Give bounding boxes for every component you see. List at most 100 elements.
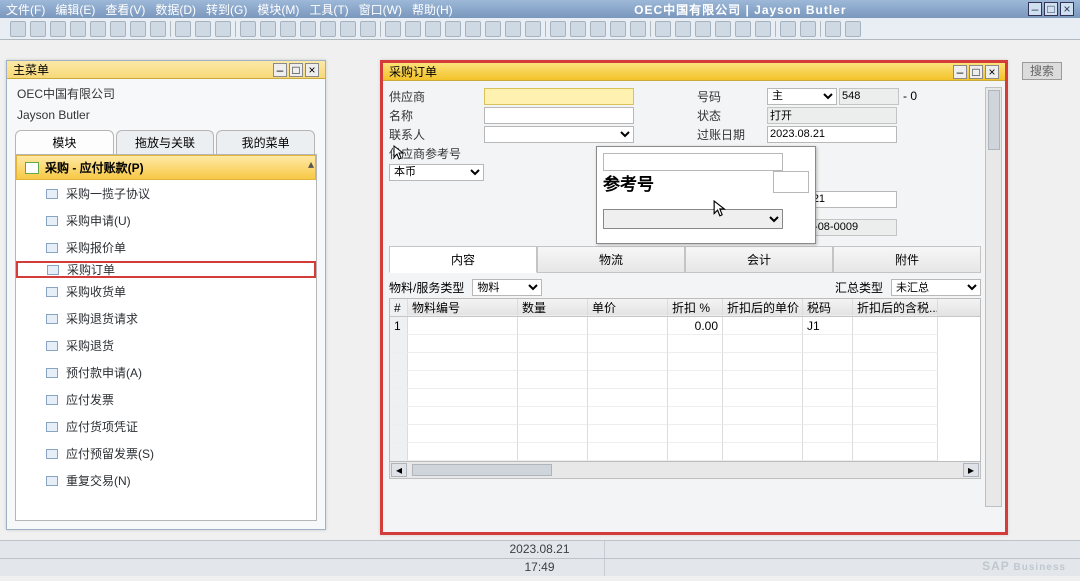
col-price[interactable]: 单价 <box>588 299 668 316</box>
tab-logistics[interactable]: 物流 <box>537 246 685 273</box>
menu-edit[interactable]: 编辑(E) <box>55 1 95 18</box>
items-grid[interactable]: # 物料编号 数量 单价 折扣 % 折扣后的单价 税码 折扣后的含税... 1 … <box>389 298 981 462</box>
tool-icon[interactable] <box>195 21 211 37</box>
sidebar-item-credit[interactable]: 应付货项凭证 <box>16 413 316 440</box>
sidebar-item-invoice[interactable]: 应付发票 <box>16 386 316 413</box>
cell-tax[interactable]: J1 <box>803 317 853 335</box>
sidebar-item-po[interactable]: 采购订单 <box>16 261 316 278</box>
grid-horizontal-scrollbar[interactable]: ◂ ▸ <box>389 462 981 479</box>
tool-icon[interactable] <box>465 21 481 37</box>
menu-goto[interactable]: 转到(G) <box>206 1 247 18</box>
tool-icon[interactable] <box>675 21 691 37</box>
sidebar-item-quote[interactable]: 采购报价单 <box>16 234 316 261</box>
scroll-right-icon[interactable]: ▸ <box>963 463 979 477</box>
close-icon[interactable]: × <box>1060 2 1074 16</box>
tab-accounting[interactable]: 会计 <box>685 246 833 273</box>
menu-data[interactable]: 数据(D) <box>155 1 196 18</box>
maximize-icon[interactable]: □ <box>1044 2 1058 16</box>
contact-select[interactable] <box>484 126 634 143</box>
table-row[interactable] <box>390 443 980 461</box>
tool-icon[interactable] <box>695 21 711 37</box>
table-row[interactable] <box>390 425 980 443</box>
tool-icon[interactable] <box>780 21 796 37</box>
name-input[interactable] <box>484 107 634 124</box>
cell[interactable] <box>723 317 803 335</box>
col-tax[interactable]: 税码 <box>803 299 853 316</box>
tool-icon[interactable] <box>360 21 376 37</box>
tool-icon[interactable] <box>150 21 166 37</box>
form-minimize-icon[interactable]: – <box>953 65 967 79</box>
sidebar-item-request[interactable]: 采购申请(U) <box>16 207 316 234</box>
tool-icon[interactable] <box>715 21 731 37</box>
tool-icon[interactable] <box>110 21 126 37</box>
cell-discount[interactable]: 0.00 <box>668 317 723 335</box>
table-row[interactable] <box>390 371 980 389</box>
tool-icon[interactable] <box>590 21 606 37</box>
tool-icon[interactable] <box>505 21 521 37</box>
tool-icon[interactable] <box>800 21 816 37</box>
menu-tools[interactable]: 工具(T) <box>309 1 348 18</box>
tool-icon[interactable] <box>70 21 86 37</box>
tool-icon[interactable] <box>425 21 441 37</box>
sidebar-item-repeat[interactable]: 重复交易(N) <box>16 467 316 494</box>
tool-icon[interactable] <box>175 21 191 37</box>
tool-icon[interactable] <box>240 21 256 37</box>
menu-window[interactable]: 窗口(W) <box>359 1 402 18</box>
tool-icon[interactable] <box>260 21 276 37</box>
item-type-select[interactable]: 物料 <box>472 279 542 296</box>
tool-icon[interactable] <box>50 21 66 37</box>
tool-icon[interactable] <box>825 21 841 37</box>
minimize-icon[interactable]: – <box>1028 2 1042 16</box>
tab-content[interactable]: 内容 <box>389 246 537 273</box>
cell[interactable] <box>588 317 668 335</box>
supplier-input[interactable] <box>484 88 634 105</box>
panel-minimize-icon[interactable]: – <box>273 63 287 77</box>
popup-input-1[interactable] <box>603 153 783 171</box>
sidebar-item-reserve[interactable]: 应付预留发票(S) <box>16 440 316 467</box>
search-button[interactable]: 搜索 <box>1022 62 1062 80</box>
tab-my-menu[interactable]: 我的菜单 <box>216 130 315 154</box>
scroll-left-icon[interactable]: ◂ <box>391 463 407 477</box>
tool-icon[interactable] <box>215 21 231 37</box>
menu-view[interactable]: 查看(V) <box>105 1 145 18</box>
menu-help[interactable]: 帮助(H) <box>412 1 453 18</box>
tool-icon[interactable] <box>485 21 501 37</box>
panel-close-icon[interactable]: × <box>305 63 319 77</box>
tool-icon[interactable] <box>90 21 106 37</box>
tool-icon[interactable] <box>655 21 671 37</box>
module-tree[interactable]: 采购 - 应付账款(P) ▴ 采购一揽子协议 采购申请(U) 采购报价单 采购订… <box>15 154 317 521</box>
vertical-scrollbar[interactable] <box>985 87 1002 507</box>
tool-icon[interactable] <box>10 21 26 37</box>
tool-icon[interactable] <box>550 21 566 37</box>
tool-icon[interactable] <box>525 21 541 37</box>
table-row[interactable] <box>390 353 980 371</box>
menu-file[interactable]: 文件(F) <box>6 1 45 18</box>
currency-select[interactable]: 本币 <box>389 164 484 181</box>
tool-icon[interactable] <box>320 21 336 37</box>
module-header-purchasing[interactable]: 采购 - 应付账款(P) <box>16 155 316 180</box>
tab-drag-link[interactable]: 拖放与关联 <box>116 130 215 154</box>
tool-icon[interactable] <box>570 21 586 37</box>
sidebar-item-return-req[interactable]: 采购退货请求 <box>16 305 316 332</box>
sidebar-item-prepay[interactable]: 预付款申请(A) <box>16 359 316 386</box>
code-input[interactable] <box>839 88 899 105</box>
code-type-select[interactable]: 主 <box>767 88 837 105</box>
col-qty[interactable]: 数量 <box>518 299 588 316</box>
menu-module[interactable]: 模块(M) <box>257 1 299 18</box>
tool-icon[interactable] <box>630 21 646 37</box>
cell[interactable] <box>408 317 518 335</box>
tool-icon[interactable] <box>130 21 146 37</box>
sidebar-item-return[interactable]: 采购退货 <box>16 332 316 359</box>
scroll-up-icon[interactable]: ▴ <box>308 157 314 171</box>
popup-select[interactable] <box>603 209 783 229</box>
posting-date-input[interactable] <box>767 126 897 143</box>
form-maximize-icon[interactable]: □ <box>969 65 983 79</box>
tool-icon[interactable] <box>405 21 421 37</box>
popup-input-2[interactable] <box>773 171 809 193</box>
tool-icon[interactable] <box>385 21 401 37</box>
table-row[interactable]: 1 0.00 J1 <box>390 317 980 335</box>
panel-maximize-icon[interactable]: □ <box>289 63 303 77</box>
cell[interactable] <box>853 317 938 335</box>
tool-icon[interactable] <box>845 21 861 37</box>
col-price-after[interactable]: 折扣后的单价 <box>723 299 803 316</box>
